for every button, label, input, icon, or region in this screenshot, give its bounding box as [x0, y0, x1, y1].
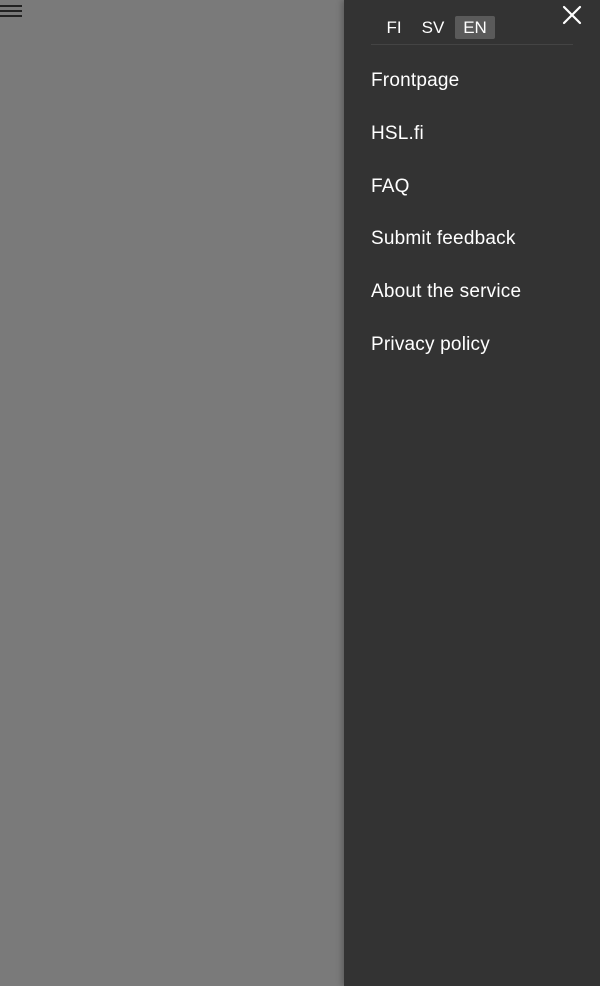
menu-item-frontpage[interactable]: Frontpage [371, 66, 591, 119]
menu-item-privacy-policy[interactable]: Privacy policy [371, 330, 591, 383]
hamburger-menu-icon[interactable] [0, 2, 24, 20]
language-fi-button[interactable]: FI [380, 16, 408, 39]
menu-item-about-the-service[interactable]: About the service [371, 277, 591, 330]
language-sv-button[interactable]: SV [417, 16, 449, 39]
menu-item-submit-feedback[interactable]: Submit feedback [371, 224, 591, 277]
drawer-menu: Frontpage HSL.fi FAQ Submit feedback Abo… [371, 66, 591, 383]
menu-item-hsl-fi[interactable]: HSL.fi [371, 119, 591, 172]
language-en-button[interactable]: EN [455, 16, 495, 39]
close-icon[interactable] [561, 4, 583, 26]
language-selector: FI SV EN [371, 0, 573, 45]
app-screen: FI SV EN Frontpage HSL.fi FAQ Submit fee… [0, 0, 600, 986]
navigation-drawer: FI SV EN Frontpage HSL.fi FAQ Submit fee… [344, 0, 600, 986]
menu-item-faq[interactable]: FAQ [371, 172, 591, 225]
